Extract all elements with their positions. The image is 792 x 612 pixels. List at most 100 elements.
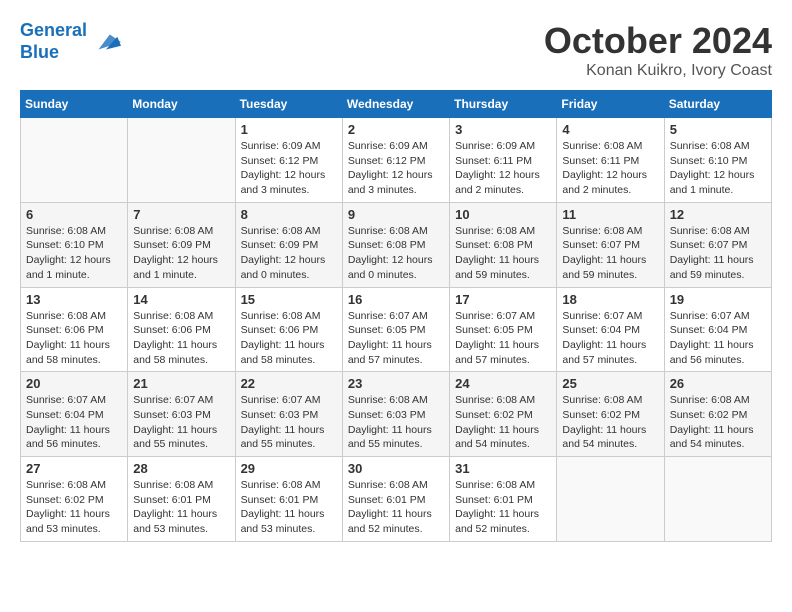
day-info: Sunrise: 6:08 AM Sunset: 6:07 PM Dayligh… <box>670 224 766 283</box>
calendar-week-row: 6 Sunrise: 6:08 AM Sunset: 6:10 PM Daylig… <box>21 202 772 287</box>
calendar-day-cell: 9 Sunrise: 6:08 AM Sunset: 6:08 PM Daylig… <box>342 202 449 287</box>
day-info: Sunrise: 6:08 AM Sunset: 6:01 PM Dayligh… <box>241 478 337 537</box>
day-info: Sunrise: 6:07 AM Sunset: 6:04 PM Dayligh… <box>26 393 122 452</box>
day-info: Sunrise: 6:08 AM Sunset: 6:08 PM Dayligh… <box>455 224 551 283</box>
day-number: 29 <box>241 461 337 476</box>
day-info: Sunrise: 6:07 AM Sunset: 6:03 PM Dayligh… <box>241 393 337 452</box>
day-number: 11 <box>562 207 658 222</box>
day-info: Sunrise: 6:08 AM Sunset: 6:02 PM Dayligh… <box>26 478 122 537</box>
calendar-day-cell: 19 Sunrise: 6:07 AM Sunset: 6:04 PM Dayli… <box>664 287 771 372</box>
calendar-day-cell: 13Sunrise: 6:08 AM Sunset: 6:06 PM Dayli… <box>21 287 128 372</box>
day-number: 30 <box>348 461 444 476</box>
day-info: Sunrise: 6:08 AM Sunset: 6:01 PM Dayligh… <box>348 478 444 537</box>
calendar-day-cell: 30 Sunrise: 6:08 AM Sunset: 6:01 PM Dayli… <box>342 457 449 542</box>
day-number: 21 <box>133 376 229 391</box>
calendar-day-cell: 23Sunrise: 6:08 AM Sunset: 6:03 PM Dayli… <box>342 372 449 457</box>
day-number: 10 <box>455 207 551 222</box>
day-number: 3 <box>455 122 551 137</box>
calendar-day-cell: 20 Sunrise: 6:07 AM Sunset: 6:04 PM Dayli… <box>21 372 128 457</box>
calendar-week-row: 27 Sunrise: 6:08 AM Sunset: 6:02 PM Dayli… <box>21 457 772 542</box>
location-title: Konan Kuikro, Ivory Coast <box>544 62 772 80</box>
day-info: Sunrise: 6:07 AM Sunset: 6:05 PM Dayligh… <box>455 309 551 368</box>
calendar-day-cell: 10 Sunrise: 6:08 AM Sunset: 6:08 PM Dayli… <box>450 202 557 287</box>
calendar-day-cell: 7 Sunrise: 6:08 AM Sunset: 6:09 PM Daylig… <box>128 202 235 287</box>
calendar-day-cell <box>557 457 664 542</box>
calendar-day-cell: 31Sunrise: 6:08 AM Sunset: 6:01 PM Dayli… <box>450 457 557 542</box>
month-title: October 2024 <box>544 20 772 62</box>
weekday-header-cell: Friday <box>557 91 664 118</box>
weekday-header-cell: Sunday <box>21 91 128 118</box>
calendar-day-cell: 8Sunrise: 6:08 AM Sunset: 6:09 PM Daylig… <box>235 202 342 287</box>
weekday-header-cell: Tuesday <box>235 91 342 118</box>
calendar-day-cell <box>664 457 771 542</box>
calendar-day-cell: 6 Sunrise: 6:08 AM Sunset: 6:10 PM Daylig… <box>21 202 128 287</box>
calendar-day-cell <box>21 118 128 203</box>
calendar-day-cell: 16 Sunrise: 6:07 AM Sunset: 6:05 PM Dayli… <box>342 287 449 372</box>
day-info: Sunrise: 6:08 AM Sunset: 6:08 PM Dayligh… <box>348 224 444 283</box>
calendar-day-cell: 18Sunrise: 6:07 AM Sunset: 6:04 PM Dayli… <box>557 287 664 372</box>
calendar-day-cell: 21Sunrise: 6:07 AM Sunset: 6:03 PM Dayli… <box>128 372 235 457</box>
day-info: Sunrise: 6:09 AM Sunset: 6:12 PM Dayligh… <box>241 139 337 198</box>
day-info: Sunrise: 6:09 AM Sunset: 6:11 PM Dayligh… <box>455 139 551 198</box>
day-number: 9 <box>348 207 444 222</box>
day-info: Sunrise: 6:07 AM Sunset: 6:04 PM Dayligh… <box>562 309 658 368</box>
day-info: Sunrise: 6:08 AM Sunset: 6:07 PM Dayligh… <box>562 224 658 283</box>
day-info: Sunrise: 6:08 AM Sunset: 6:02 PM Dayligh… <box>670 393 766 452</box>
day-number: 20 <box>26 376 122 391</box>
day-number: 28 <box>133 461 229 476</box>
calendar-day-cell: 1 Sunrise: 6:09 AM Sunset: 6:12 PM Daylig… <box>235 118 342 203</box>
day-number: 12 <box>670 207 766 222</box>
calendar-day-cell: 25 Sunrise: 6:08 AM Sunset: 6:02 PM Dayli… <box>557 372 664 457</box>
day-info: Sunrise: 6:07 AM Sunset: 6:04 PM Dayligh… <box>670 309 766 368</box>
calendar-day-cell <box>128 118 235 203</box>
weekday-header-cell: Wednesday <box>342 91 449 118</box>
day-number: 7 <box>133 207 229 222</box>
day-info: Sunrise: 6:08 AM Sunset: 6:01 PM Dayligh… <box>133 478 229 537</box>
day-number: 16 <box>348 292 444 307</box>
day-info: Sunrise: 6:07 AM Sunset: 6:05 PM Dayligh… <box>348 309 444 368</box>
calendar-day-cell: 27 Sunrise: 6:08 AM Sunset: 6:02 PM Dayli… <box>21 457 128 542</box>
day-info: Sunrise: 6:08 AM Sunset: 6:11 PM Dayligh… <box>562 139 658 198</box>
logo-text: GeneralBlue <box>20 20 87 63</box>
page-header: GeneralBlue October 2024 Konan Kuikro, I… <box>20 20 772 80</box>
calendar-table: SundayMondayTuesdayWednesdayThursdayFrid… <box>20 90 772 542</box>
day-number: 23 <box>348 376 444 391</box>
day-info: Sunrise: 6:08 AM Sunset: 6:06 PM Dayligh… <box>133 309 229 368</box>
calendar-day-cell: 24 Sunrise: 6:08 AM Sunset: 6:02 PM Dayli… <box>450 372 557 457</box>
title-area: October 2024 Konan Kuikro, Ivory Coast <box>544 20 772 80</box>
day-info: Sunrise: 6:08 AM Sunset: 6:10 PM Dayligh… <box>26 224 122 283</box>
day-info: Sunrise: 6:08 AM Sunset: 6:02 PM Dayligh… <box>455 393 551 452</box>
day-number: 8 <box>241 207 337 222</box>
calendar-day-cell: 3 Sunrise: 6:09 AM Sunset: 6:11 PM Daylig… <box>450 118 557 203</box>
logo-icon <box>91 27 121 57</box>
day-number: 24 <box>455 376 551 391</box>
weekday-header-cell: Saturday <box>664 91 771 118</box>
day-number: 19 <box>670 292 766 307</box>
day-number: 22 <box>241 376 337 391</box>
calendar-day-cell: 15 Sunrise: 6:08 AM Sunset: 6:06 PM Dayli… <box>235 287 342 372</box>
calendar-day-cell: 28 Sunrise: 6:08 AM Sunset: 6:01 PM Dayli… <box>128 457 235 542</box>
calendar-day-cell: 29 Sunrise: 6:08 AM Sunset: 6:01 PM Dayli… <box>235 457 342 542</box>
logo: GeneralBlue <box>20 20 121 63</box>
day-number: 1 <box>241 122 337 137</box>
calendar-day-cell: 5Sunrise: 6:08 AM Sunset: 6:10 PM Daylig… <box>664 118 771 203</box>
calendar-body: 1 Sunrise: 6:09 AM Sunset: 6:12 PM Daylig… <box>21 118 772 542</box>
calendar-day-cell: 17Sunrise: 6:07 AM Sunset: 6:05 PM Dayli… <box>450 287 557 372</box>
day-number: 6 <box>26 207 122 222</box>
day-info: Sunrise: 6:08 AM Sunset: 6:09 PM Dayligh… <box>133 224 229 283</box>
day-info: Sunrise: 6:08 AM Sunset: 6:06 PM Dayligh… <box>241 309 337 368</box>
calendar-week-row: 20 Sunrise: 6:07 AM Sunset: 6:04 PM Dayli… <box>21 372 772 457</box>
calendar-week-row: 13Sunrise: 6:08 AM Sunset: 6:06 PM Dayli… <box>21 287 772 372</box>
day-info: Sunrise: 6:08 AM Sunset: 6:02 PM Dayligh… <box>562 393 658 452</box>
day-number: 4 <box>562 122 658 137</box>
calendar-day-cell: 2Sunrise: 6:09 AM Sunset: 6:12 PM Daylig… <box>342 118 449 203</box>
day-number: 15 <box>241 292 337 307</box>
calendar-day-cell: 22 Sunrise: 6:07 AM Sunset: 6:03 PM Dayli… <box>235 372 342 457</box>
day-number: 25 <box>562 376 658 391</box>
weekday-header-cell: Thursday <box>450 91 557 118</box>
weekday-header-cell: Monday <box>128 91 235 118</box>
day-number: 27 <box>26 461 122 476</box>
day-info: Sunrise: 6:08 AM Sunset: 6:10 PM Dayligh… <box>670 139 766 198</box>
calendar-day-cell: 11 Sunrise: 6:08 AM Sunset: 6:07 PM Dayli… <box>557 202 664 287</box>
day-number: 2 <box>348 122 444 137</box>
